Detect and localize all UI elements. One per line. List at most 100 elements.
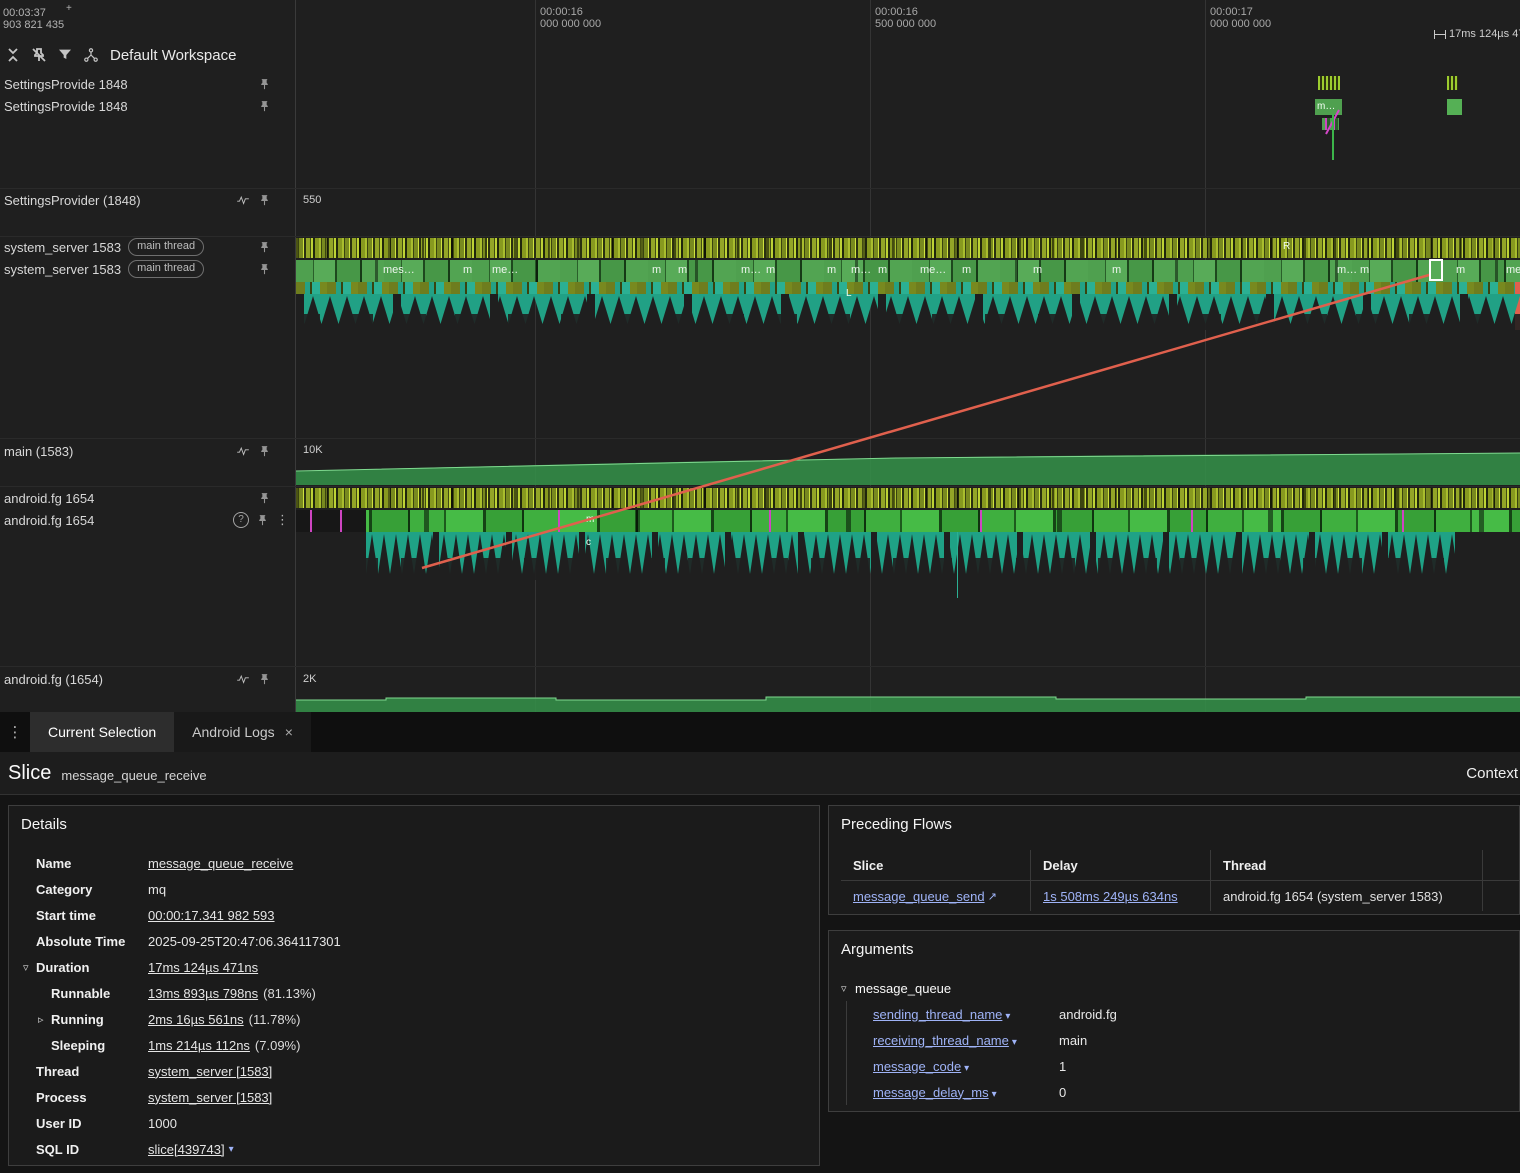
- thread-state-strip[interactable]: [296, 282, 1520, 294]
- chevron-down-icon[interactable]: ▿: [23, 961, 36, 974]
- pin-icon[interactable]: [258, 194, 271, 207]
- chevron-down-icon[interactable]: ▿: [841, 982, 855, 995]
- ruler-tick: 00:00:17 000 000 000: [1210, 6, 1271, 30]
- details-heading: Details: [21, 816, 67, 833]
- main-thread-chip: main thread: [128, 260, 205, 278]
- timeline-area[interactable]: 00:03:37 + 903 821 435 00:00:16 000 000 …: [0, 0, 1520, 712]
- androidfg-thread-state-flames[interactable]: [360, 532, 1460, 580]
- argument-name-link[interactable]: message_code: [873, 1059, 961, 1074]
- slice[interactable]: m…: [1315, 99, 1342, 115]
- track-row-system-server-2[interactable]: system_server 1583 main thread: [0, 259, 295, 279]
- sql-id-link[interactable]: slice[439743]: [148, 1142, 225, 1157]
- argument-name-link[interactable]: sending_thread_name: [873, 1007, 1002, 1022]
- androidfg-slice-track-1[interactable]: [296, 488, 1520, 508]
- workspace-name[interactable]: Default Workspace: [110, 47, 236, 64]
- slice-group[interactable]: [1447, 76, 1458, 90]
- system-server-slice-track-1[interactable]: [296, 238, 1520, 258]
- detail-label: Thread: [36, 1063, 80, 1079]
- pin-icon[interactable]: [258, 673, 271, 686]
- track-menu-icon[interactable]: ⋮: [276, 512, 289, 528]
- show-graph-icon[interactable]: [235, 193, 251, 207]
- slice-label: me…: [920, 264, 947, 276]
- pin-icon[interactable]: [258, 445, 271, 458]
- runnable-link[interactable]: 13ms 893µs 798ns: [148, 986, 258, 1001]
- filter-icon[interactable]: [56, 46, 74, 64]
- caret-down-icon[interactable]: ▾: [1012, 1037, 1017, 1048]
- counter-chart-androidfg[interactable]: [296, 668, 1520, 712]
- slice-group[interactable]: [1318, 76, 1340, 90]
- slice[interactable]: [1447, 99, 1462, 115]
- slice-label: m: [1360, 264, 1370, 276]
- details-panel: Details Name message_queue_receive Categ…: [8, 805, 820, 1166]
- pin-icon[interactable]: [258, 78, 271, 91]
- start-time-link[interactable]: 00:00:17.341 982 593: [148, 908, 275, 923]
- thread-link[interactable]: system_server [1583]: [148, 1064, 272, 1079]
- detail-label: Name: [36, 855, 72, 871]
- flow-slice-link[interactable]: message_queue_send: [853, 889, 985, 904]
- tab-label: Android Logs: [192, 724, 275, 740]
- workspace-icon[interactable]: [82, 46, 100, 64]
- tab-label: Current Selection: [48, 724, 157, 740]
- preceding-flows-panel: Preceding Flows Slice Delay Thread messa…: [828, 805, 1520, 915]
- slice-name-link[interactable]: message_queue_receive: [148, 856, 293, 871]
- caret-down-icon[interactable]: ▾: [964, 1063, 969, 1074]
- caret-down-icon[interactable]: ▾: [1005, 1011, 1010, 1022]
- drawer-menu-icon[interactable]: ⋮: [0, 712, 30, 752]
- track-row-main-process[interactable]: main (1583): [0, 441, 295, 461]
- detail-row-process: Process system_server [1583]: [23, 1084, 811, 1110]
- slice-label: me: [1506, 264, 1520, 276]
- details-table: Name message_queue_receive Category mq S…: [23, 850, 811, 1162]
- track-row-androidfg-2[interactable]: android.fg 1654 ? ⋮: [0, 510, 295, 530]
- tick-time: 00:00:17: [1210, 6, 1253, 18]
- main-thread-chip: main thread: [128, 238, 205, 256]
- pin-icon[interactable]: [258, 263, 271, 276]
- slice-group[interactable]: [1322, 118, 1339, 130]
- slice-label: m…: [1337, 264, 1358, 276]
- counter-chart-main[interactable]: [296, 440, 1520, 485]
- argument-name-link[interactable]: message_delay_ms: [873, 1085, 989, 1100]
- running-link[interactable]: 2ms 16µs 561ns: [148, 1012, 244, 1027]
- caret-down-icon[interactable]: ▾: [229, 1144, 234, 1155]
- slice-label: L: [846, 288, 852, 299]
- detail-label: Start time: [36, 907, 96, 923]
- process-link[interactable]: system_server [1583]: [148, 1090, 272, 1105]
- argument-group-row[interactable]: ▿ message_queue: [841, 975, 1509, 1001]
- tab-current-selection[interactable]: Current Selection: [30, 712, 175, 752]
- thread-state-flames[interactable]: [296, 294, 1520, 330]
- slice-label: m: [827, 264, 837, 276]
- unpin-all-icon[interactable]: [30, 46, 48, 64]
- track-separator: [0, 486, 1520, 487]
- track-row-settingsprovide-1[interactable]: SettingsProvide 1848: [0, 74, 295, 94]
- chevron-right-icon[interactable]: ▹: [38, 1013, 51, 1026]
- open-in-new-icon[interactable]: ↗: [988, 890, 997, 903]
- argument-name-link[interactable]: receiving_thread_name: [873, 1033, 1009, 1048]
- show-graph-icon[interactable]: [235, 672, 251, 686]
- selected-slice[interactable]: [1429, 259, 1443, 281]
- pin-icon[interactable]: [258, 492, 271, 505]
- track-row-settingsprovider-process[interactable]: SettingsProvider (1848): [0, 190, 295, 210]
- counter-value: 2K: [303, 673, 317, 685]
- track-row-settingsprovide-2[interactable]: SettingsProvide 1848: [0, 96, 295, 116]
- help-icon[interactable]: ?: [233, 512, 249, 528]
- track-row-androidfg-process[interactable]: android.fg (1654): [0, 669, 295, 689]
- androidfg-slice-track-2[interactable]: [296, 510, 1520, 532]
- track-row-androidfg-1[interactable]: android.fg 1654: [0, 488, 295, 508]
- pin-icon[interactable]: [258, 241, 271, 254]
- sparse-slice-region[interactable]: [296, 510, 366, 532]
- detail-row-absolute-time: Absolute Time 2025-09-25T20:47:06.364117…: [23, 928, 811, 954]
- sleeping-link[interactable]: 1ms 214µs 112ns: [148, 1038, 250, 1053]
- close-icon[interactable]: ×: [285, 724, 293, 740]
- context-label[interactable]: Context: [1466, 765, 1518, 782]
- workspace-toolbar: Default Workspace: [0, 40, 236, 70]
- tab-android-logs[interactable]: Android Logs ×: [174, 712, 311, 752]
- caret-down-icon[interactable]: ▾: [992, 1089, 997, 1100]
- show-graph-icon[interactable]: [235, 444, 251, 458]
- flow-delay-link[interactable]: 1s 508ms 249µs 634ns: [1043, 889, 1178, 904]
- pin-icon[interactable]: [258, 100, 271, 113]
- track-row-system-server-1[interactable]: system_server 1583 main thread: [0, 237, 295, 257]
- flow-delay-cell: 1s 508ms 249µs 634ns: [1031, 881, 1211, 911]
- collapse-tracks-icon[interactable]: [4, 46, 22, 64]
- pin-icon[interactable]: [256, 514, 269, 527]
- duration-link[interactable]: 17ms 124µs 471ns: [148, 960, 258, 975]
- argument-group-name: message_queue: [855, 980, 952, 996]
